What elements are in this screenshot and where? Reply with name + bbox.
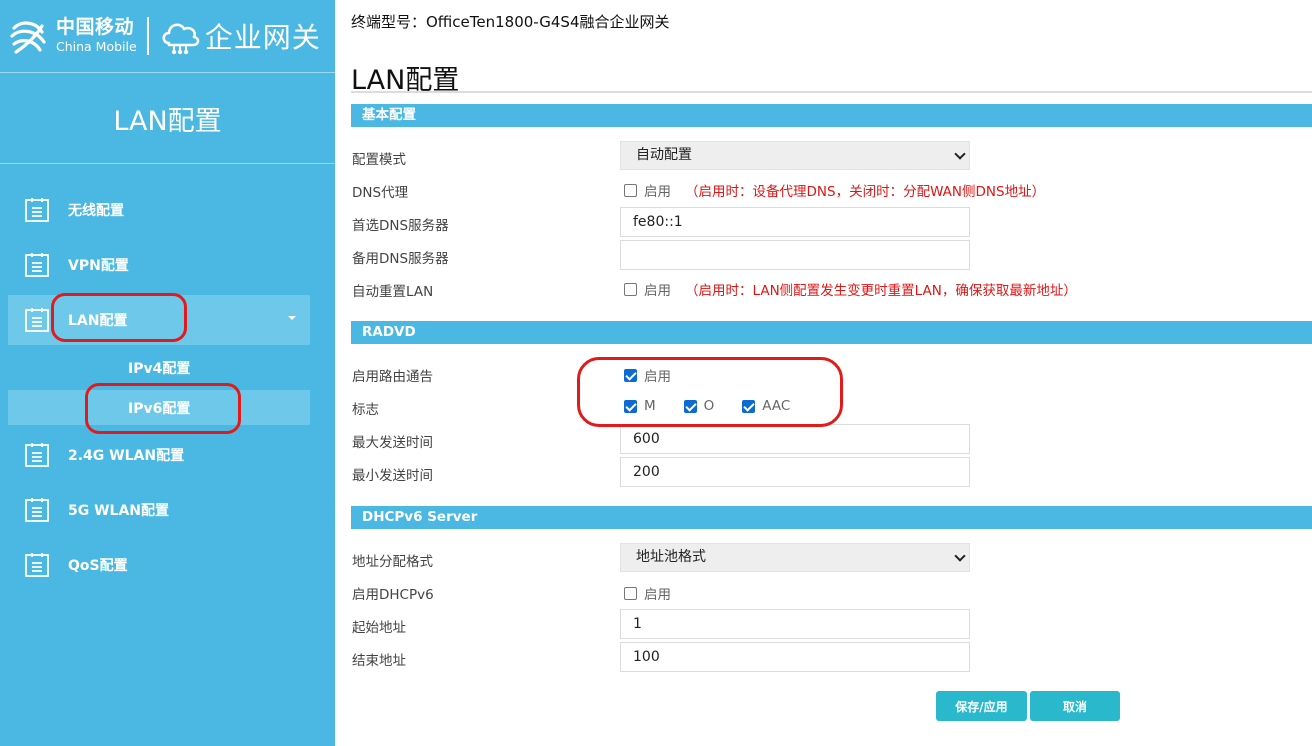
flag-aac-checkbox[interactable]: [742, 399, 756, 413]
auto-reset-label: 自动重置LAN: [352, 284, 434, 300]
sidebar-item-qos[interactable]: QoS配置: [8, 540, 310, 590]
start-address-input[interactable]: 1: [620, 609, 970, 639]
sidebar-item-label: 5G WLAN配置: [68, 503, 170, 519]
brand-logo: 中国移动 China Mobile 企业网关: [0, 0, 335, 73]
flag-o-checkbox[interactable]: [683, 399, 697, 413]
clipboard-icon: [25, 443, 49, 467]
radvd-enable-row: 启用: [624, 365, 671, 385]
chevron-down-icon: [288, 316, 296, 320]
sidebar-item-label: LAN配置: [68, 313, 128, 329]
sidebar-subitem-label: IPv4配置: [128, 360, 191, 377]
sidebar-item-wireless[interactable]: 无线配置: [8, 185, 310, 235]
flag-o: O: [683, 398, 715, 414]
auto-reset-row: 启用 （启用时：LAN侧配置发生变更时重置LAN，确保获取最新地址）: [624, 279, 1077, 299]
end-address-label: 结束地址: [352, 653, 406, 669]
dns-proxy-checkbox[interactable]: [624, 183, 637, 197]
mode-label: 配置模式: [352, 152, 406, 168]
radvd-enable-label: 启用路由通告: [352, 369, 433, 385]
chevron-down-icon: [954, 550, 966, 562]
dns-proxy-note: （启用时：设备代理DNS，关闭时：分配WAN侧DNS地址）: [685, 184, 1046, 200]
radvd-enable-checkbox[interactable]: [624, 368, 637, 382]
title-divider: [351, 91, 1312, 93]
sidebar-title: LAN配置: [0, 73, 335, 164]
save-apply-button[interactable]: 保存/应用: [936, 691, 1027, 721]
dns-proxy-label: DNS代理: [352, 185, 409, 201]
section-basic-header: 基本配置: [351, 104, 1312, 127]
auto-reset-note: （启用时：LAN侧配置发生变更时重置LAN，确保获取最新地址）: [685, 283, 1077, 299]
alloc-format-label: 地址分配格式: [352, 554, 433, 570]
flag-m: M: [624, 398, 656, 414]
brand-cn: 中国移动: [56, 16, 135, 39]
start-address-label: 起始地址: [352, 620, 406, 636]
auto-reset-checkbox[interactable]: [624, 282, 637, 296]
chevron-down-icon: [954, 148, 966, 160]
section-radvd-header: RADVD: [351, 321, 1312, 344]
sidebar-subitem-ipv6[interactable]: IPv6配置: [8, 390, 310, 425]
sidebar-item-label: 无线配置: [68, 203, 124, 219]
secondary-dns-label: 备用DNS服务器: [352, 251, 449, 267]
min-interval-label: 最小发送时间: [352, 468, 433, 484]
clipboard-icon: [25, 308, 49, 332]
clipboard-icon: [25, 198, 49, 222]
sidebar-item-vpn[interactable]: VPN配置: [8, 240, 310, 290]
brand-product: 企业网关: [204, 21, 321, 54]
dhcpv6-enable-cb-label: 启用: [644, 587, 671, 603]
sidebar-subitem-label: IPv6配置: [128, 400, 191, 417]
flag-m-checkbox[interactable]: [624, 399, 637, 413]
sidebar-item-wlan-24g[interactable]: 2.4G WLAN配置: [8, 430, 310, 480]
auto-reset-cb-label: 启用: [644, 283, 671, 299]
dhcpv6-enable-row: 启用: [624, 583, 671, 603]
dns-proxy-cb-label: 启用: [644, 184, 671, 200]
sidebar-item-lan[interactable]: LAN配置: [8, 295, 310, 345]
brand-en: China Mobile: [56, 39, 137, 55]
cloud-gateway-icon: [162, 23, 199, 55]
max-interval-input[interactable]: 600: [620, 424, 970, 454]
flags-row: M O AAC: [624, 398, 818, 414]
min-interval-input[interactable]: 200: [620, 457, 970, 487]
dhcpv6-enable-label: 启用DHCPv6: [352, 587, 434, 603]
flag-aac-label: AAC: [762, 398, 791, 414]
clipboard-icon: [25, 253, 49, 277]
mode-select-value: 自动配置: [636, 147, 692, 163]
alloc-format-value: 地址池格式: [636, 549, 706, 565]
mode-select[interactable]: 自动配置: [620, 141, 970, 170]
alloc-format-select[interactable]: 地址池格式: [620, 543, 970, 572]
device-model: 终端型号：OfficeTen1800-G4S4融合企业网关: [351, 13, 670, 31]
sidebar-item-label: 2.4G WLAN配置: [68, 448, 185, 464]
sidebar-item-label: VPN配置: [68, 258, 129, 274]
flag-aac: AAC: [742, 398, 790, 414]
china-mobile-logo-icon: [10, 21, 46, 54]
secondary-dns-input[interactable]: [620, 240, 970, 270]
clipboard-icon: [25, 553, 49, 577]
sidebar: 中国移动 China Mobile 企业网关 LAN配置 无线配置 VPN配置 …: [0, 0, 335, 746]
radvd-enable-cb-label: 启用: [644, 369, 671, 385]
sidebar-subitem-ipv4[interactable]: IPv4配置: [8, 350, 310, 385]
dns-proxy-row: 启用 （启用时：设备代理DNS，关闭时：分配WAN侧DNS地址）: [624, 180, 1045, 200]
max-interval-label: 最大发送时间: [352, 435, 433, 451]
sidebar-item-wlan-5g[interactable]: 5G WLAN配置: [8, 485, 310, 535]
section-dhcpv6-header: DHCPv6 Server: [351, 506, 1312, 529]
end-address-input[interactable]: 100: [620, 642, 970, 672]
brand-divider: [146, 17, 149, 55]
flags-label: 标志: [352, 402, 379, 418]
sidebar-item-label: QoS配置: [68, 558, 128, 574]
flag-o-label: O: [703, 398, 715, 414]
dhcpv6-enable-checkbox[interactable]: [624, 586, 637, 600]
cancel-button[interactable]: 取消: [1030, 691, 1120, 721]
clipboard-icon: [25, 498, 49, 522]
main-content: 终端型号：OfficeTen1800-G4S4融合企业网关 LAN配置 基本配置…: [335, 0, 1312, 746]
flag-m-label: M: [644, 398, 656, 414]
primary-dns-input[interactable]: fe80::1: [620, 207, 970, 237]
primary-dns-label: 首选DNS服务器: [352, 218, 449, 234]
